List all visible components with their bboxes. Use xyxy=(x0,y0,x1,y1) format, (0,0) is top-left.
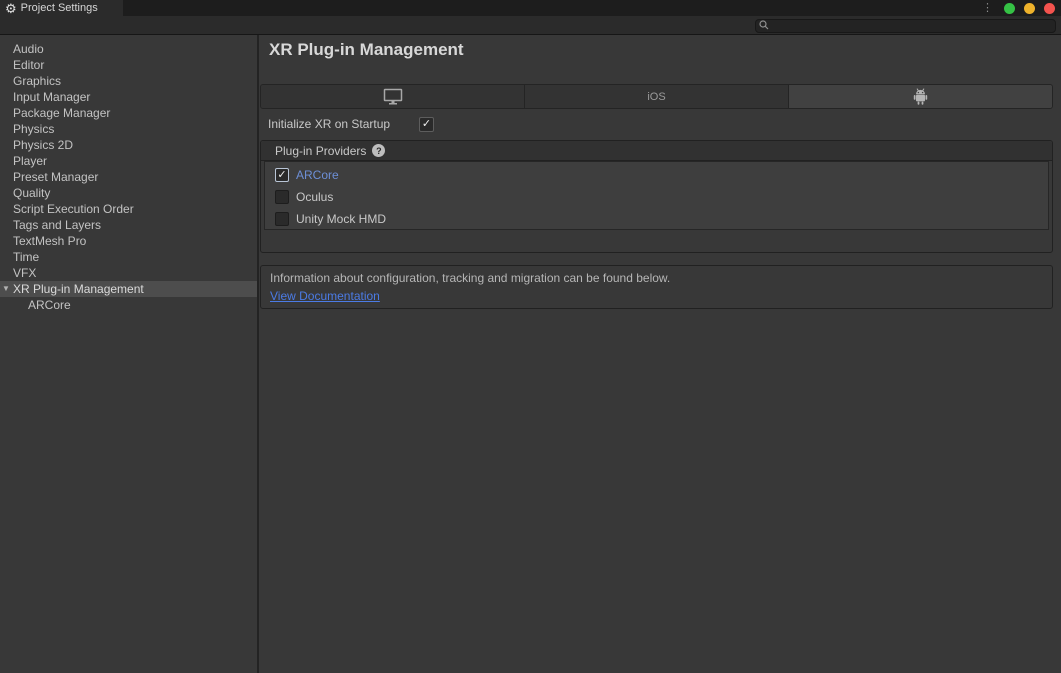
sidebar-item-editor[interactable]: Editor xyxy=(0,57,257,73)
sidebar-item-xr-plug-in-management[interactable]: ▼ XR Plug-in Management xyxy=(0,281,257,297)
unity-mock-hmd-checkbox[interactable] xyxy=(275,212,289,226)
window-controls: ⋮ xyxy=(980,0,1055,16)
window-tab-project-settings[interactable]: ⚙ Project Settings xyxy=(0,0,123,16)
sidebar-item-quality[interactable]: Quality xyxy=(0,185,257,201)
app-body: Audio Editor Graphics Input Manager Pack… xyxy=(0,35,1061,673)
info-text: Information about configuration, trackin… xyxy=(270,271,1043,285)
window-button-yellow[interactable] xyxy=(1024,3,1035,14)
search-field xyxy=(755,18,1056,32)
window-menu-icon[interactable]: ⋮ xyxy=(980,3,995,14)
settings-sidebar: Audio Editor Graphics Input Manager Pack… xyxy=(0,35,259,673)
provider-list: ARCore Oculus Unity Mock HMD xyxy=(264,161,1049,230)
sidebar-item-time[interactable]: Time xyxy=(0,249,257,265)
search-input[interactable] xyxy=(755,19,1056,33)
arcore-checkbox[interactable] xyxy=(275,168,289,182)
initialize-xr-row: Initialize XR on Startup xyxy=(260,116,1053,132)
titlebar: ⚙ Project Settings ⋮ xyxy=(0,0,1061,16)
plugin-providers-header: Plug-in Providers ? xyxy=(261,141,1052,161)
help-icon[interactable]: ? xyxy=(372,144,385,157)
sidebar-item-audio[interactable]: Audio xyxy=(0,41,257,57)
tab-android[interactable] xyxy=(789,85,1052,108)
plugin-providers-section: Plug-in Providers ? ARCore Oculus Unity … xyxy=(260,140,1053,253)
unity-mock-hmd-label: Unity Mock HMD xyxy=(296,212,386,226)
initialize-xr-label: Initialize XR on Startup xyxy=(268,117,419,131)
provider-row-oculus: Oculus xyxy=(265,186,1048,208)
sidebar-item-script-execution-order[interactable]: Script Execution Order xyxy=(0,201,257,217)
page-title: XR Plug-in Management xyxy=(269,40,464,60)
gear-icon: ⚙ xyxy=(5,2,17,15)
plugin-providers-title: Plug-in Providers xyxy=(275,144,366,158)
search-icon xyxy=(759,20,769,30)
info-box: Information about configuration, trackin… xyxy=(260,265,1053,309)
window-button-red[interactable] xyxy=(1044,3,1055,14)
provider-row-arcore: ARCore xyxy=(265,164,1048,186)
window-button-green[interactable] xyxy=(1004,3,1015,14)
sidebar-item-graphics[interactable]: Graphics xyxy=(0,73,257,89)
toolbar xyxy=(0,16,1061,35)
settings-main-panel: XR Plug-in Management iOS xyxy=(259,35,1061,673)
window-tab-label: Project Settings xyxy=(21,2,98,14)
expander-triangle-icon[interactable]: ▼ xyxy=(2,281,10,297)
sidebar-item-package-manager[interactable]: Package Manager xyxy=(0,105,257,121)
initialize-xr-checkbox[interactable] xyxy=(419,117,434,132)
sidebar-item-preset-manager[interactable]: Preset Manager xyxy=(0,169,257,185)
android-icon xyxy=(913,88,928,105)
sidebar-item-player[interactable]: Player xyxy=(0,153,257,169)
tab-ios-label: iOS xyxy=(647,91,665,103)
tab-ios[interactable]: iOS xyxy=(525,85,789,108)
platform-tabbar: iOS xyxy=(260,84,1053,109)
desktop-monitor-icon xyxy=(383,88,403,105)
xr-settings-content: iOS xyxy=(260,84,1053,309)
sidebar-item-tags-and-layers[interactable]: Tags and Layers xyxy=(0,217,257,233)
sidebar-item-physics-2d[interactable]: Physics 2D xyxy=(0,137,257,153)
provider-row-unity-mock-hmd: Unity Mock HMD xyxy=(265,208,1048,230)
oculus-label: Oculus xyxy=(296,190,333,204)
sidebar-item-vfx[interactable]: VFX xyxy=(0,265,257,281)
sidebar-item-textmesh-pro[interactable]: TextMesh Pro xyxy=(0,233,257,249)
oculus-checkbox[interactable] xyxy=(275,190,289,204)
view-documentation-link[interactable]: View Documentation xyxy=(270,289,380,303)
sidebar-item-arcore[interactable]: ARCore xyxy=(0,297,257,313)
sidebar-item-input-manager[interactable]: Input Manager xyxy=(0,89,257,105)
arcore-label: ARCore xyxy=(296,168,339,182)
sidebar-item-physics[interactable]: Physics xyxy=(0,121,257,137)
tab-desktop[interactable] xyxy=(261,85,525,108)
